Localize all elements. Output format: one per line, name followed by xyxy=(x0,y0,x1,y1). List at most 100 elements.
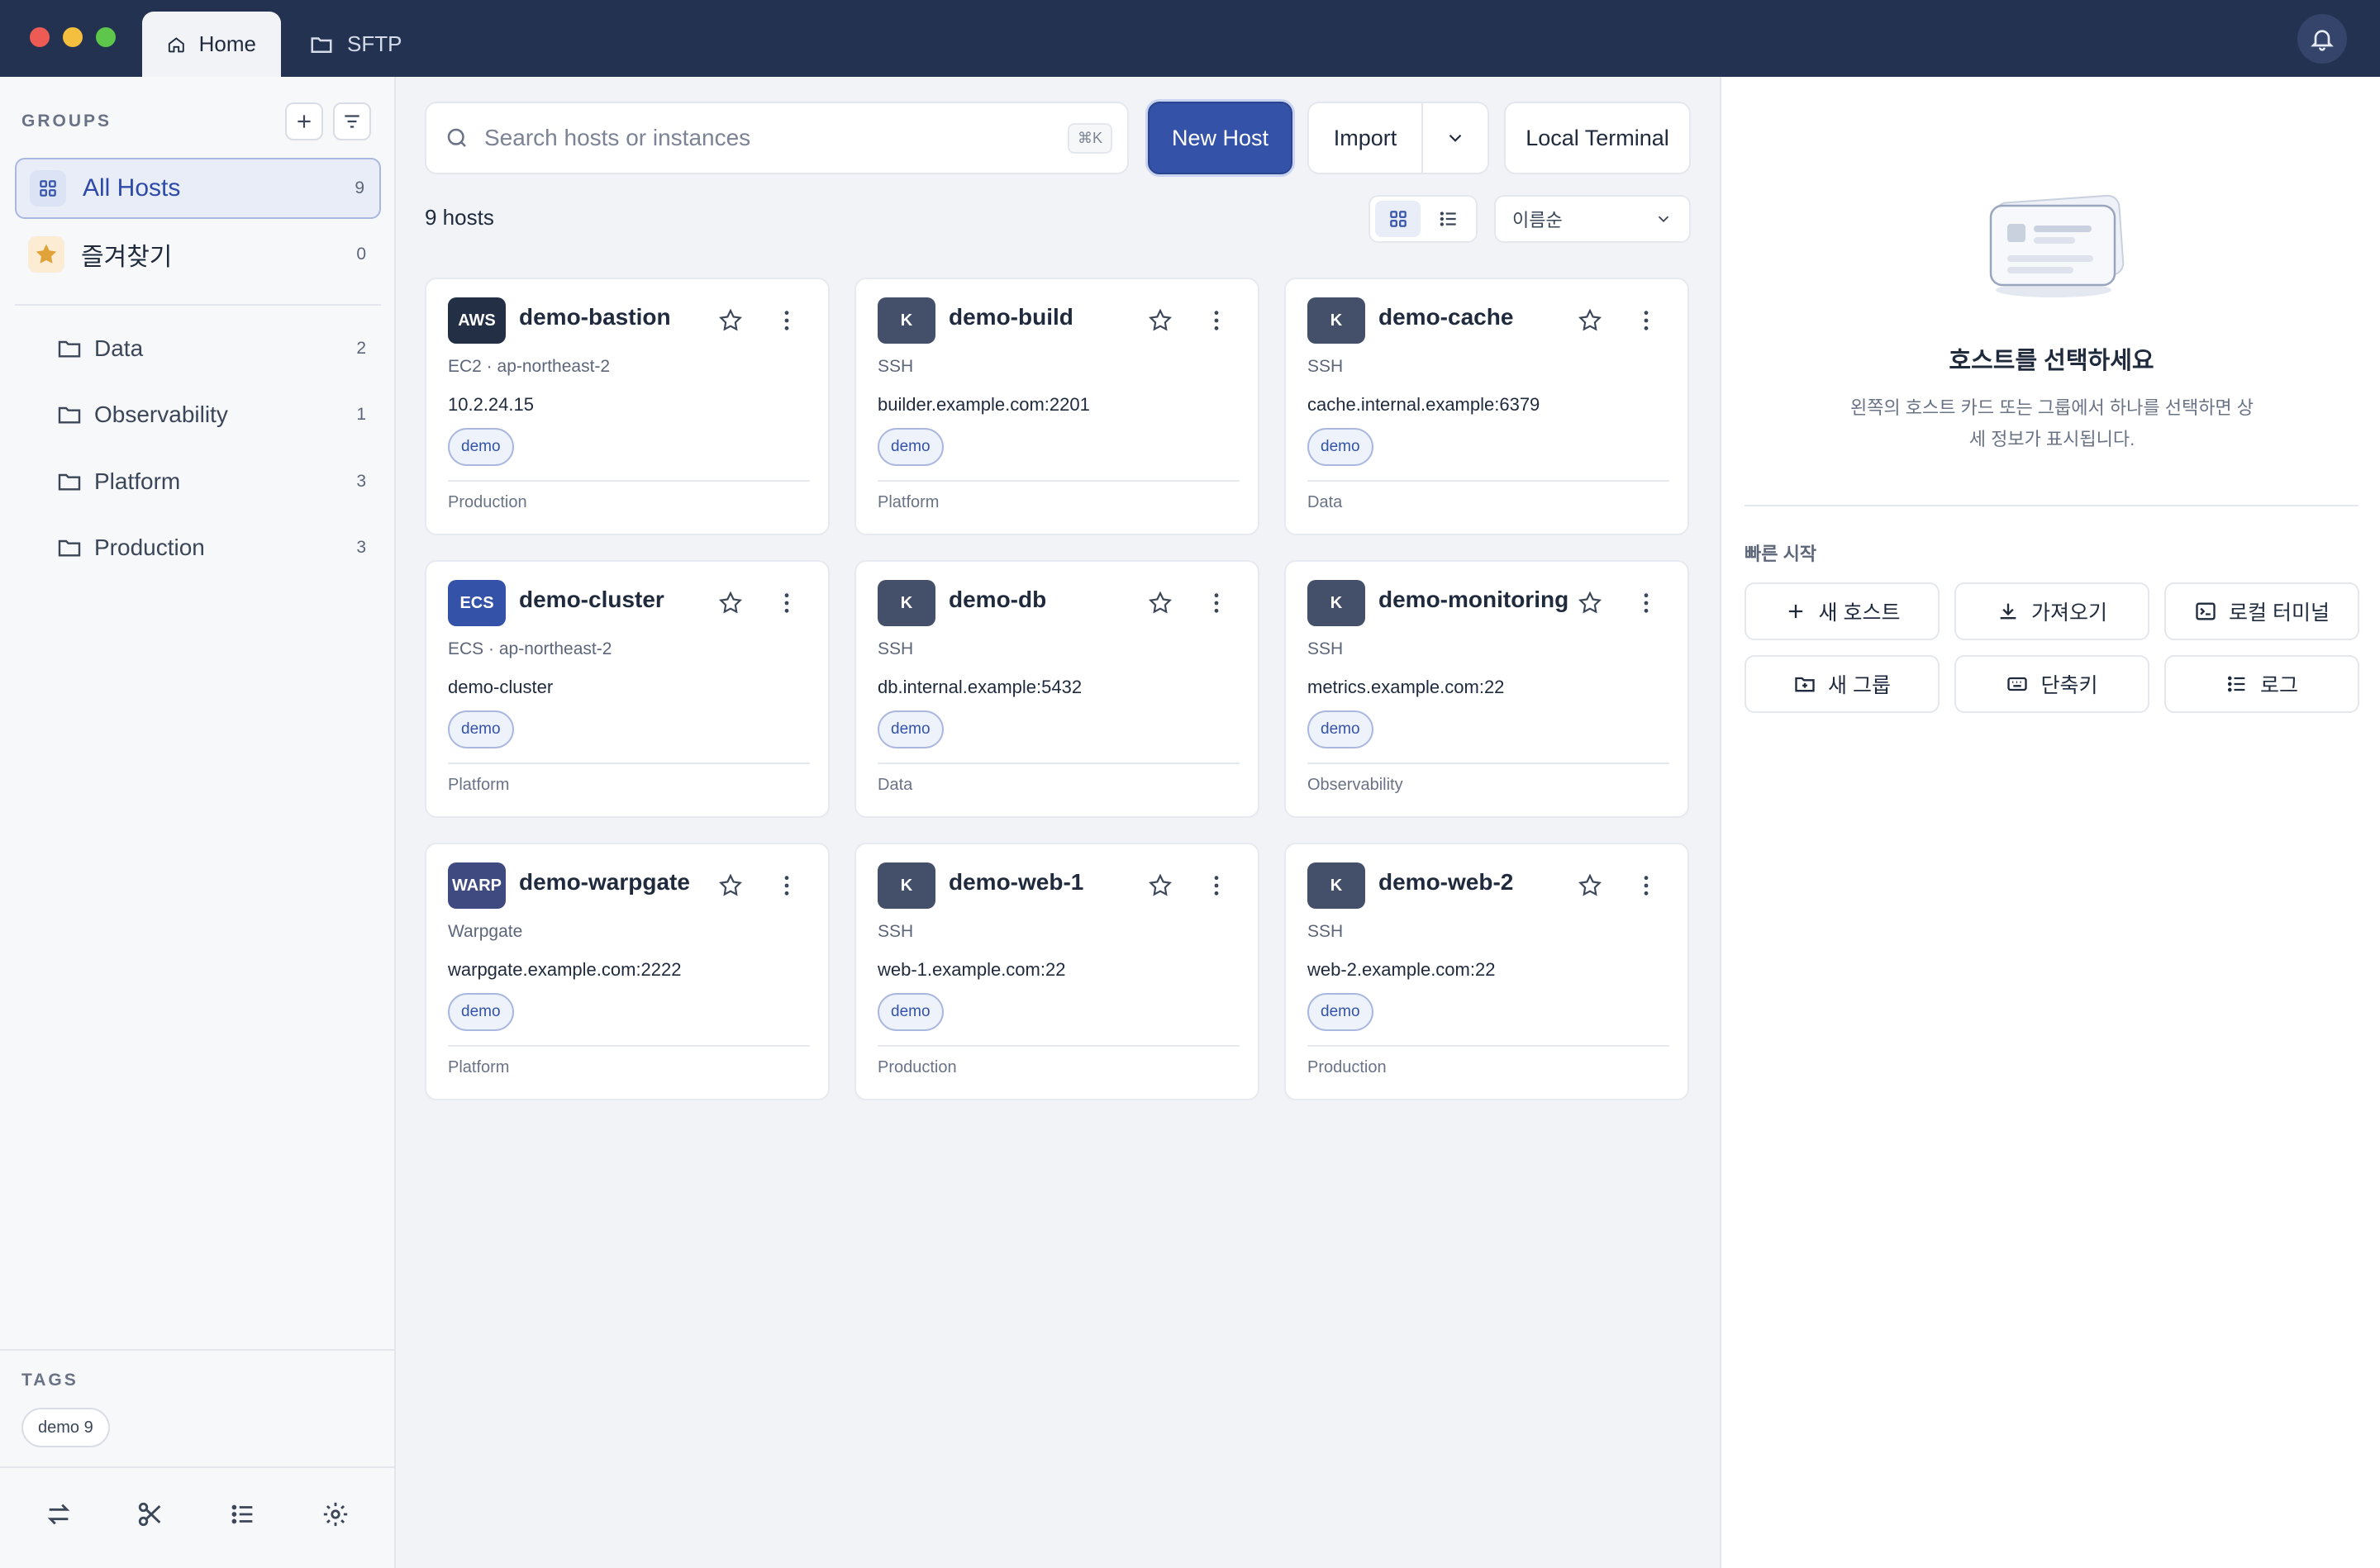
scissors-icon xyxy=(138,1502,161,1527)
host-badge: K xyxy=(878,297,935,344)
star-outline-icon xyxy=(718,308,743,331)
host-card[interactable]: ECS demo-cluster ECS · ap-northeast-2 de… xyxy=(425,560,830,818)
add-group-button[interactable] xyxy=(285,102,323,140)
snippets-button[interactable] xyxy=(132,1496,169,1532)
host-name: demo-warpgate xyxy=(519,869,690,895)
sort-select[interactable]: 이름순 xyxy=(1494,195,1691,243)
download-icon xyxy=(2000,603,2016,620)
star-outline-icon xyxy=(718,591,743,614)
divider xyxy=(0,1349,394,1351)
tab-sftp[interactable]: SFTP xyxy=(284,12,426,77)
sidebar-folder-platform[interactable]: Platform 3 xyxy=(56,457,381,506)
sidebar-folder-production[interactable]: Production 3 xyxy=(56,523,381,573)
host-name: demo-monitoring xyxy=(1378,587,1569,612)
host-type: SSH xyxy=(878,357,914,376)
folder-label: Production xyxy=(94,535,205,560)
favorite-button[interactable] xyxy=(1145,871,1175,900)
keyboard-icon xyxy=(2007,677,2028,691)
more-options-button[interactable] xyxy=(772,306,802,335)
star-outline-icon xyxy=(1578,308,1602,331)
quick-import-button[interactable]: 가져오기 xyxy=(1954,582,2149,640)
host-type: EC2 · ap-northeast-2 xyxy=(448,357,611,376)
tag-filter-chip[interactable]: demo 9 xyxy=(21,1408,110,1447)
filter-icon xyxy=(345,115,359,128)
host-card[interactable]: AWS demo-bastion EC2 · ap-northeast-2 10… xyxy=(425,278,830,535)
folder-label: Platform xyxy=(94,468,181,494)
more-options-button[interactable] xyxy=(1631,588,1661,618)
sort-value: 이름순 xyxy=(1512,210,1563,230)
sidebar-item-favorites[interactable]: 즐겨찾기 0 xyxy=(15,224,381,285)
local-terminal-button[interactable]: Local Terminal xyxy=(1504,102,1691,174)
host-type: SSH xyxy=(1307,639,1344,658)
divider xyxy=(1307,763,1669,764)
search-icon xyxy=(447,128,466,147)
quick-new-host-button[interactable]: 새 호스트 xyxy=(1745,582,1940,640)
import-button[interactable]: Import xyxy=(1307,102,1423,174)
new-host-button[interactable]: New Host xyxy=(1148,102,1292,174)
host-card[interactable]: K demo-web-2 SSH web-2.example.com:22 de… xyxy=(1284,843,1689,1100)
host-card[interactable]: K demo-build SSH builder.example.com:220… xyxy=(854,278,1259,535)
more-vertical-icon xyxy=(1214,876,1219,896)
close-window-button[interactable] xyxy=(30,27,50,47)
favorite-button[interactable] xyxy=(1575,871,1605,900)
title-bar: Home SFTP xyxy=(0,0,2380,77)
notifications-button[interactable] xyxy=(2297,14,2347,64)
quick-local-terminal-button[interactable]: 로컬 터미널 xyxy=(2164,582,2359,640)
transfer-button[interactable] xyxy=(40,1496,77,1532)
quick-logs-button[interactable]: 로그 xyxy=(2164,655,2359,713)
favorite-button[interactable] xyxy=(1575,306,1605,335)
host-group: Platform xyxy=(448,1058,510,1076)
sidebar-item-label: 즐겨찾기 xyxy=(81,244,173,271)
divider xyxy=(878,763,1240,764)
filter-groups-button[interactable] xyxy=(333,102,371,140)
grid-view-button[interactable] xyxy=(1375,201,1421,237)
divider xyxy=(1745,505,2359,506)
search-input[interactable] xyxy=(484,125,1068,151)
logs-button[interactable] xyxy=(225,1496,261,1532)
plus-icon xyxy=(1788,604,1802,619)
host-card[interactable]: WARP demo-warpgate Warpgate warpgate.exa… xyxy=(425,843,830,1100)
minimize-window-button[interactable] xyxy=(63,27,83,47)
host-address: demo-cluster xyxy=(448,677,554,697)
more-options-button[interactable] xyxy=(1202,871,1231,900)
tab-sftp-label: SFTP xyxy=(347,31,402,56)
import-menu-button[interactable] xyxy=(1421,102,1489,174)
sidebar-folder-observability[interactable]: Observability 1 xyxy=(56,390,381,440)
folder-label: Observability xyxy=(94,402,228,427)
more-options-button[interactable] xyxy=(1202,588,1231,618)
star-outline-icon xyxy=(1148,591,1173,614)
settings-button[interactable] xyxy=(317,1496,354,1532)
host-badge: K xyxy=(878,580,935,626)
favorite-button[interactable] xyxy=(716,588,745,618)
tab-home[interactable]: Home xyxy=(142,12,281,77)
favorite-button[interactable] xyxy=(1145,588,1175,618)
search-box[interactable]: ⌘K xyxy=(425,102,1129,174)
host-badge: K xyxy=(1307,297,1365,344)
list-view-button[interactable] xyxy=(1426,201,1471,237)
host-card[interactable]: K demo-cache SSH cache.internal.example:… xyxy=(1284,278,1689,535)
folder-count: 1 xyxy=(356,405,366,424)
list-icon xyxy=(231,1504,253,1524)
sidebar-folder-data[interactable]: Data 2 xyxy=(56,324,381,373)
quick-shortcuts-button[interactable]: 단축키 xyxy=(1954,655,2149,713)
host-address: 10.2.24.15 xyxy=(448,394,534,415)
more-options-button[interactable] xyxy=(1631,871,1661,900)
favorite-button[interactable] xyxy=(716,306,745,335)
favorite-button[interactable] xyxy=(716,871,745,900)
maximize-window-button[interactable] xyxy=(96,27,116,47)
sidebar-item-count: 0 xyxy=(356,245,366,264)
favorite-button[interactable] xyxy=(1145,306,1175,335)
more-options-button[interactable] xyxy=(1202,306,1231,335)
favorite-button[interactable] xyxy=(1575,588,1605,618)
host-card[interactable]: K demo-web-1 SSH web-1.example.com:22 de… xyxy=(854,843,1259,1100)
host-card[interactable]: K demo-monitoring SSH metrics.example.co… xyxy=(1284,560,1689,818)
more-options-button[interactable] xyxy=(772,871,802,900)
more-options-button[interactable] xyxy=(772,588,802,618)
host-name: demo-db xyxy=(949,587,1047,612)
more-vertical-icon xyxy=(784,311,789,330)
quick-new-group-button[interactable]: 새 그룹 xyxy=(1745,655,1940,713)
sidebar-item-all-hosts[interactable]: All Hosts 9 xyxy=(15,158,381,219)
folder-icon xyxy=(58,539,81,557)
more-options-button[interactable] xyxy=(1631,306,1661,335)
host-card[interactable]: K demo-db SSH db.internal.example:5432 d… xyxy=(854,560,1259,818)
